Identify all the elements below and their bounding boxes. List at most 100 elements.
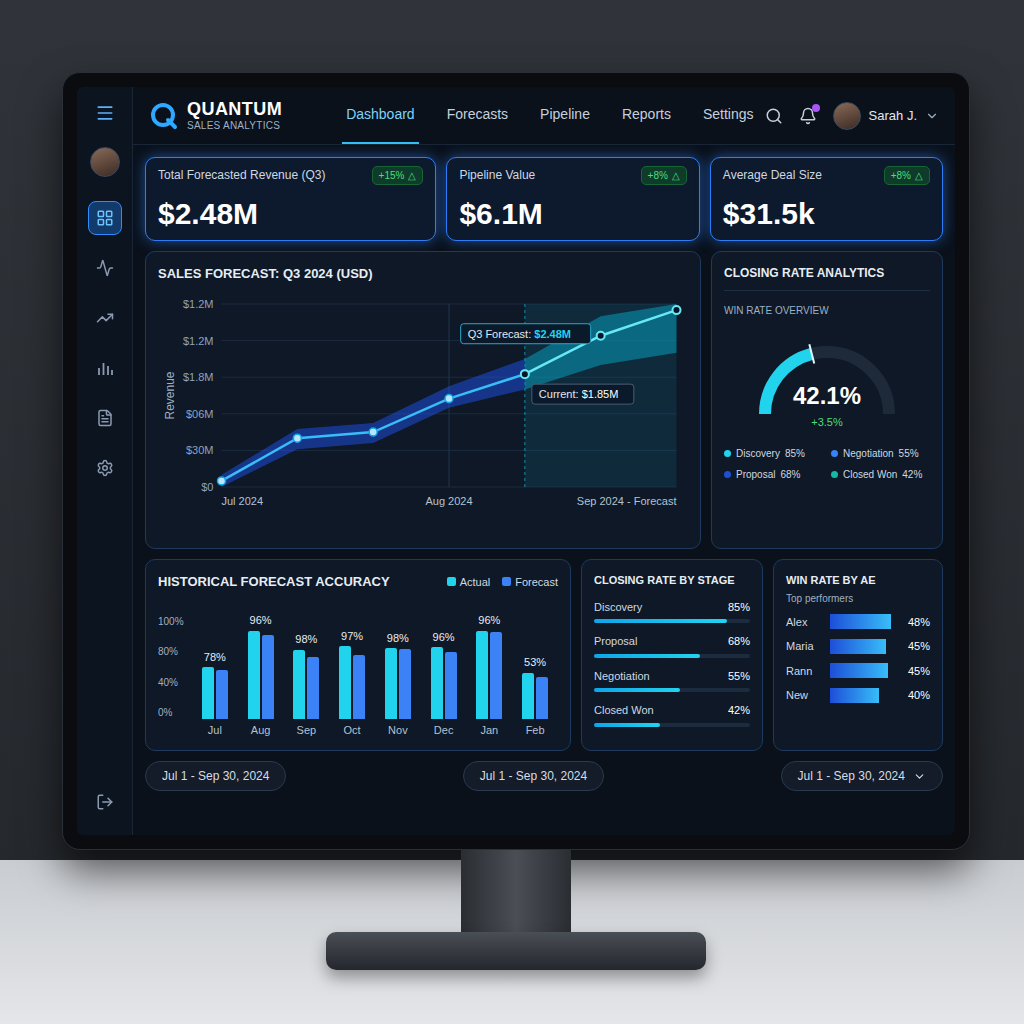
kpi-card[interactable]: Pipeline Value+8%△$6.1M [446, 157, 699, 241]
forecast-point[interactable] [597, 331, 605, 339]
panel-title: HISTORICAL FORECAST ACCURACY [158, 572, 390, 592]
ae-row[interactable]: Rann45% [786, 663, 930, 680]
sidebar-item[interactable] [88, 251, 122, 285]
month-group[interactable]: 96%Aug [248, 612, 274, 738]
ae-bar [830, 639, 886, 654]
kpi-delta: +8%△ [884, 166, 930, 185]
stage-fill [594, 619, 727, 623]
ae-bar [830, 663, 888, 678]
panel-subtitle: Top performers [786, 591, 930, 606]
date-range-chip[interactable]: Jul 1 - Sep 30, 2024 [145, 761, 286, 791]
month-group[interactable]: 96%Jan [476, 612, 502, 738]
user-name: Sarah J. [869, 106, 917, 126]
stage-track [594, 688, 750, 692]
date-range-chip[interactable]: Jul 1 - Sep 30, 2024 [781, 761, 943, 791]
actual-point[interactable] [369, 428, 377, 436]
stage-row[interactable]: Closed Won42% [594, 702, 750, 727]
nav-tab[interactable]: Reports [618, 87, 675, 144]
accuracy-value: 97% [341, 628, 363, 645]
forecast-bar [536, 677, 548, 718]
actual-point[interactable] [218, 476, 226, 484]
logo-icon [149, 101, 179, 131]
month-group[interactable]: 97% Oct [339, 628, 365, 738]
notifications-button[interactable] [799, 107, 817, 125]
svg-text:Current: $1.85M: Current: $1.85M [539, 388, 619, 400]
kpi-label: Average Deal Size [723, 166, 822, 184]
date-range-chip[interactable]: Jul 1 - Sep 30, 2024 [463, 761, 604, 791]
month-label: Aug [251, 722, 271, 739]
date-range-row: Jul 1 - Sep 30, 2024 Jul 1 - Sep 30, 2024… [145, 761, 943, 791]
sidebar-item[interactable] [88, 401, 122, 435]
forecast-callout: Q3 Forecast: $2.48M [461, 323, 591, 343]
month-label: Jan [481, 722, 499, 739]
monitor-neck [461, 850, 571, 932]
accuracy-value: 98% [387, 630, 409, 647]
nav-tab[interactable]: Forecasts [443, 87, 512, 144]
nav-tab[interactable]: Pipeline [536, 87, 594, 144]
forecast-bar [490, 632, 502, 718]
month-group[interactable]: 98%Sep [293, 631, 319, 738]
y-tick: 40% [158, 675, 192, 690]
nav-tab[interactable]: Dashboard [342, 87, 419, 144]
actual-point[interactable] [445, 394, 453, 402]
actual-range-band [222, 358, 525, 486]
kpi-card[interactable]: Total Forecasted Revenue (Q3)+15%△$2.48M [145, 157, 436, 241]
logout-button[interactable] [96, 793, 114, 811]
actual-bar [248, 631, 260, 719]
month-group[interactable]: 78%Jul [202, 649, 228, 738]
stage-row[interactable]: Discovery85% [594, 599, 750, 624]
ae-panel: WIN RATE BY AETop performersAlex48%Maria… [773, 559, 943, 751]
nav-tabs: Dashboard Forecasts Pipeline Reports Setting… [342, 87, 757, 144]
ae-value: 45% [902, 663, 930, 680]
accuracy-value: 53% [524, 654, 546, 671]
gauge-value: 42.1% [793, 382, 861, 409]
stage-fill [594, 654, 700, 658]
y-tick: $1.8M [183, 371, 214, 383]
forecast-bar [216, 670, 228, 718]
month-group[interactable]: 96%Dec [431, 629, 457, 738]
actual-bar [522, 673, 534, 719]
monitor-base [326, 932, 706, 970]
month-group[interactable]: 98%Nov [385, 630, 411, 738]
sidebar-item[interactable] [88, 201, 122, 235]
nav-tab[interactable]: Settings [699, 87, 758, 144]
delta-icon: △ [408, 168, 416, 183]
forecast-point[interactable] [521, 370, 529, 378]
sidebar-item[interactable] [88, 451, 122, 485]
month-label: Oct [344, 722, 361, 739]
menu-button[interactable] [95, 103, 115, 123]
ae-row[interactable]: New40% [786, 687, 930, 704]
ae-name: New [786, 687, 822, 704]
activity-icon [96, 259, 114, 277]
user-menu[interactable]: Sarah J. [833, 102, 939, 130]
y-tick: $1.2M [183, 334, 214, 346]
sidebar-item[interactable] [88, 351, 122, 385]
stage-track [594, 654, 750, 658]
legend-item: Discovery85% [724, 446, 823, 461]
kpi-card[interactable]: Average Deal Size+8%△$31.5k [710, 157, 943, 241]
stage-track [594, 723, 750, 727]
actual-bar [202, 667, 214, 718]
sidebar-avatar[interactable] [90, 147, 120, 177]
y-tick: 0% [158, 705, 192, 720]
actual-line [222, 374, 525, 481]
ae-row[interactable]: Maria45% [786, 638, 930, 655]
accuracy-value: 78% [204, 649, 226, 666]
panel-title: SALES FORECAST: Q3 2024 (USD) [158, 264, 688, 284]
forecast-point[interactable] [673, 306, 681, 314]
month-group[interactable]: 53%Feb [522, 654, 548, 738]
forecast-bar [307, 657, 319, 719]
ae-row[interactable]: Alex48% [786, 614, 930, 631]
desk-scene: QUANTUMSALES ANALYTICSDashboardForecasts… [0, 0, 1024, 1024]
search-button[interactable] [765, 107, 783, 125]
actual-point[interactable] [521, 370, 529, 378]
month-label: Dec [434, 722, 454, 739]
stage-row[interactable]: Proposal68% [594, 633, 750, 658]
actual-bar [431, 647, 443, 718]
actual-point[interactable] [293, 434, 301, 442]
stage-row[interactable]: Negotiation55% [594, 668, 750, 693]
forecast-panel: SALES FORECAST: Q3 2024 (USD)$1.2M$1.2M$… [145, 251, 701, 549]
sidebar-item[interactable] [88, 301, 122, 335]
forecast-region [525, 304, 677, 487]
ae-name: Maria [786, 638, 822, 655]
